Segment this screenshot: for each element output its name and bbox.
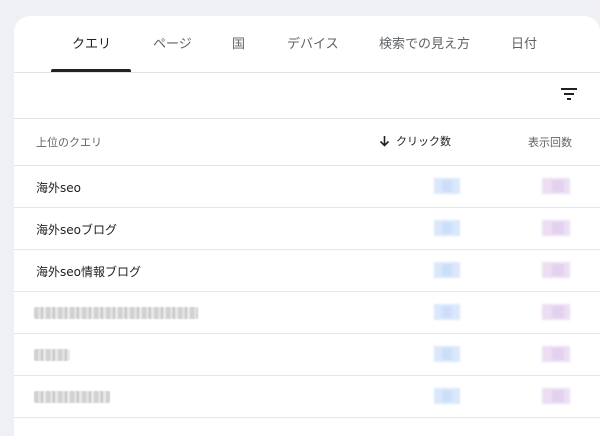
impressions-cell-redacted xyxy=(542,262,570,278)
clicks-cell-redacted xyxy=(434,346,460,362)
column-header-clicks[interactable]: クリック数 xyxy=(379,133,451,149)
impressions-cell-redacted xyxy=(542,178,570,194)
arrow-down-icon xyxy=(379,136,390,147)
dimension-tabs: クエリ ページ 国 デバイス 検索での見え方 日付 xyxy=(14,16,600,73)
clicks-cell-redacted xyxy=(434,388,460,404)
impressions-cell-redacted xyxy=(542,388,570,404)
impressions-cell-redacted xyxy=(542,346,570,362)
tab-countries[interactable]: 国 xyxy=(232,33,245,57)
table-row[interactable]: 海外seoブログ xyxy=(14,208,600,250)
table-row[interactable]: 海外seo xyxy=(14,166,600,208)
tab-dates[interactable]: 日付 xyxy=(511,33,537,57)
query-cell-redacted xyxy=(34,307,198,319)
tab-pages[interactable]: ページ xyxy=(153,33,192,57)
column-header-query[interactable]: 上位のクエリ xyxy=(36,134,102,150)
impressions-cell-redacted xyxy=(542,220,570,236)
table-toolbar xyxy=(14,73,600,119)
table-row[interactable]: 海外seo情報ブログ xyxy=(14,250,600,292)
clicks-cell-redacted xyxy=(434,178,460,194)
query-cell: 海外seo情報ブログ xyxy=(36,265,141,279)
table-row[interactable] xyxy=(14,376,600,418)
clicks-cell-redacted xyxy=(434,262,460,278)
impressions-cell-redacted xyxy=(542,304,570,320)
query-cell-redacted xyxy=(34,391,110,403)
query-cell: 海外seo xyxy=(36,181,81,195)
performance-card: クエリ ページ 国 デバイス 検索での見え方 日付 上位のクエリ クリック数 表… xyxy=(14,16,600,436)
column-header-impressions[interactable]: 表示回数 xyxy=(528,134,572,150)
active-tab-indicator xyxy=(51,69,131,72)
column-header-clicks-label: クリック数 xyxy=(396,135,451,148)
tab-devices[interactable]: デバイス xyxy=(287,33,339,57)
tab-queries[interactable]: クエリ xyxy=(72,33,111,57)
clicks-cell-redacted xyxy=(434,304,460,320)
table-row[interactable] xyxy=(14,292,600,334)
table-row[interactable] xyxy=(14,334,600,376)
clicks-cell-redacted xyxy=(434,220,460,236)
query-cell: 海外seoブログ xyxy=(36,223,117,237)
filter-list-icon[interactable] xyxy=(560,85,578,103)
query-cell-redacted xyxy=(34,349,70,361)
tab-search-appearance[interactable]: 検索での見え方 xyxy=(379,33,470,57)
table-header: 上位のクエリ クリック数 表示回数 xyxy=(14,119,600,166)
